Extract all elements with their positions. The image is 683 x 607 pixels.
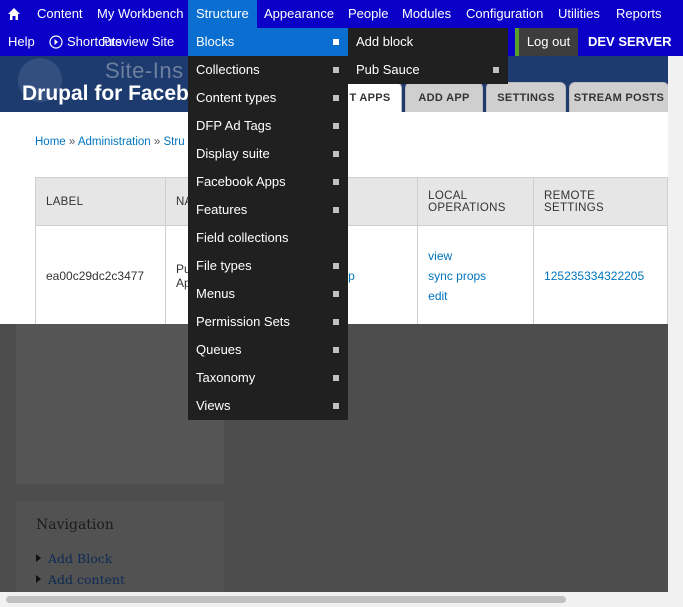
- breadcrumb-home[interactable]: Home: [35, 136, 66, 148]
- remote-settings-link[interactable]: 125235334322205: [544, 269, 644, 283]
- admin-menu-bar: Content My Workbench Structure Appearanc…: [0, 0, 683, 28]
- logout-button[interactable]: Log out: [515, 28, 578, 56]
- menu-utilities[interactable]: Utilities: [558, 0, 600, 28]
- structure-item-label: Blocks: [196, 34, 235, 49]
- structure-item-queues[interactable]: Queues: [188, 336, 348, 364]
- menu-structure[interactable]: Structure: [188, 0, 257, 28]
- help-link[interactable]: Help: [8, 28, 35, 56]
- menu-people[interactable]: People: [348, 0, 388, 28]
- submenu-arrow-icon: [333, 39, 339, 45]
- navigation-block: Navigation Add Block Add content: [16, 501, 224, 596]
- column-header-local-operations: LOCAL OPERATIONS: [417, 177, 535, 226]
- structure-item-label: Collections: [196, 62, 260, 77]
- server-label: DEV SERVER: [588, 34, 672, 49]
- submenu-arrow-icon: [333, 319, 339, 325]
- structure-item-views[interactable]: Views: [188, 392, 348, 420]
- tab-settings[interactable]: SETTINGS: [486, 82, 566, 112]
- sync-props-link[interactable]: sync props: [428, 266, 523, 286]
- structure-item-dfp-ad-tags[interactable]: DFP Ad Tags: [188, 112, 348, 140]
- structure-item-facebook-apps[interactable]: Facebook Apps: [188, 168, 348, 196]
- bullet-triangle-icon: [36, 575, 41, 583]
- structure-item-label: Menus: [196, 286, 236, 301]
- edit-link[interactable]: edit: [428, 286, 523, 306]
- bullet-triangle-icon: [36, 554, 41, 562]
- local-operations-cell: view sync props edit: [417, 225, 535, 326]
- structure-item-menus[interactable]: Menus: [188, 280, 348, 308]
- submenu-item-pub-sauce[interactable]: Pub Sauce: [348, 56, 508, 84]
- structure-item-label: File types: [196, 258, 252, 273]
- preview-site-link[interactable]: Preview Site: [102, 28, 174, 56]
- structure-item-taxonomy[interactable]: Taxonomy: [188, 364, 348, 392]
- structure-item-label: Facebook Apps: [196, 174, 286, 189]
- structure-item-file-types[interactable]: File types: [188, 252, 348, 280]
- menu-configuration[interactable]: Configuration: [466, 0, 543, 28]
- shortcuts-toggle-icon[interactable]: [49, 35, 63, 49]
- structure-item-label: DFP Ad Tags: [196, 118, 272, 133]
- submenu-arrow-icon: [333, 67, 339, 73]
- home-icon[interactable]: [6, 6, 22, 22]
- logo-text: Site-Ins: [105, 58, 184, 83]
- submenu-arrow-icon: [333, 123, 339, 129]
- structure-item-label: Features: [196, 202, 248, 217]
- structure-item-display-suite[interactable]: Display suite: [188, 140, 348, 168]
- nav-item-add-block[interactable]: Add Block: [36, 551, 112, 566]
- submenu-arrow-icon: [493, 67, 499, 73]
- structure-item-content-types[interactable]: Content types: [188, 84, 348, 112]
- menu-my-workbench[interactable]: My Workbench: [97, 0, 183, 28]
- structure-item-label: Permission Sets: [196, 314, 290, 329]
- breadcrumb: Home » Administration » Stru: [35, 136, 185, 148]
- navigation-title: Navigation: [36, 517, 114, 533]
- app-label-cell: ea00c29dc2c3477: [35, 225, 166, 326]
- structure-item-permission-sets[interactable]: Permission Sets: [188, 308, 348, 336]
- structure-item-label: Views: [196, 398, 231, 413]
- structure-item-field-collections[interactable]: Field collections: [188, 224, 348, 252]
- submenu-arrow-icon: [333, 179, 339, 185]
- submenu-item-add-block[interactable]: Add block: [348, 28, 508, 56]
- structure-item-collections[interactable]: Collections: [188, 56, 348, 84]
- menu-content[interactable]: Content: [37, 0, 83, 28]
- submenu-arrow-icon: [333, 151, 339, 157]
- structure-item-label: Content types: [196, 90, 277, 105]
- structure-item-label: Taxonomy: [196, 370, 256, 385]
- tab-add-app[interactable]: ADD APP: [405, 82, 483, 112]
- structure-item-label: Queues: [196, 342, 242, 357]
- nav-item-label: Add Block: [48, 551, 113, 566]
- structure-item-label: Field collections: [196, 230, 289, 245]
- structure-item-blocks[interactable]: Blocks: [188, 28, 348, 56]
- submenu-arrow-icon: [333, 347, 339, 353]
- column-header-remote-settings: REMOTE SETTINGS: [533, 177, 668, 226]
- structure-item-label: Display suite: [196, 146, 270, 161]
- nav-item-add-content[interactable]: Add content: [36, 572, 125, 587]
- menu-modules[interactable]: Modules: [402, 0, 451, 28]
- menu-appearance[interactable]: Appearance: [264, 0, 334, 28]
- view-link[interactable]: view: [428, 246, 523, 266]
- blocks-submenu: Add block Pub Sauce: [348, 28, 508, 84]
- submenu-arrow-icon: [333, 263, 339, 269]
- scrollbar-thumb[interactable]: [6, 596, 566, 603]
- structure-dropdown: Blocks Collections Content types DFP Ad …: [188, 28, 348, 420]
- submenu-arrow-icon: [333, 207, 339, 213]
- submenu-arrow-icon: [333, 375, 339, 381]
- breadcrumb-administration[interactable]: Administration: [78, 136, 151, 148]
- submenu-arrow-icon: [333, 403, 339, 409]
- remote-settings-cell: 125235334322205: [533, 225, 668, 326]
- tab-stream-posts[interactable]: STREAM POSTS: [569, 82, 669, 112]
- menu-reports[interactable]: Reports: [616, 0, 662, 28]
- nav-item-label: Add content: [48, 572, 126, 587]
- vertical-scrollbar[interactable]: [668, 56, 683, 607]
- apps-table: LABEL NA LOCAL OPERATIONS REMOTE SETTING…: [35, 177, 668, 326]
- submenu-item-label: Pub Sauce: [356, 62, 420, 77]
- column-header-label[interactable]: LABEL: [35, 177, 166, 226]
- submenu-arrow-icon: [333, 95, 339, 101]
- breadcrumb-structure[interactable]: Stru: [164, 136, 185, 148]
- submenu-arrow-icon: [333, 291, 339, 297]
- table-row: ea00c29dc2c3477 Pu Ap n_test_app view sy…: [35, 225, 668, 326]
- horizontal-scrollbar[interactable]: [0, 592, 683, 607]
- submenu-item-label: Add block: [356, 34, 414, 49]
- structure-item-features[interactable]: Features: [188, 196, 348, 224]
